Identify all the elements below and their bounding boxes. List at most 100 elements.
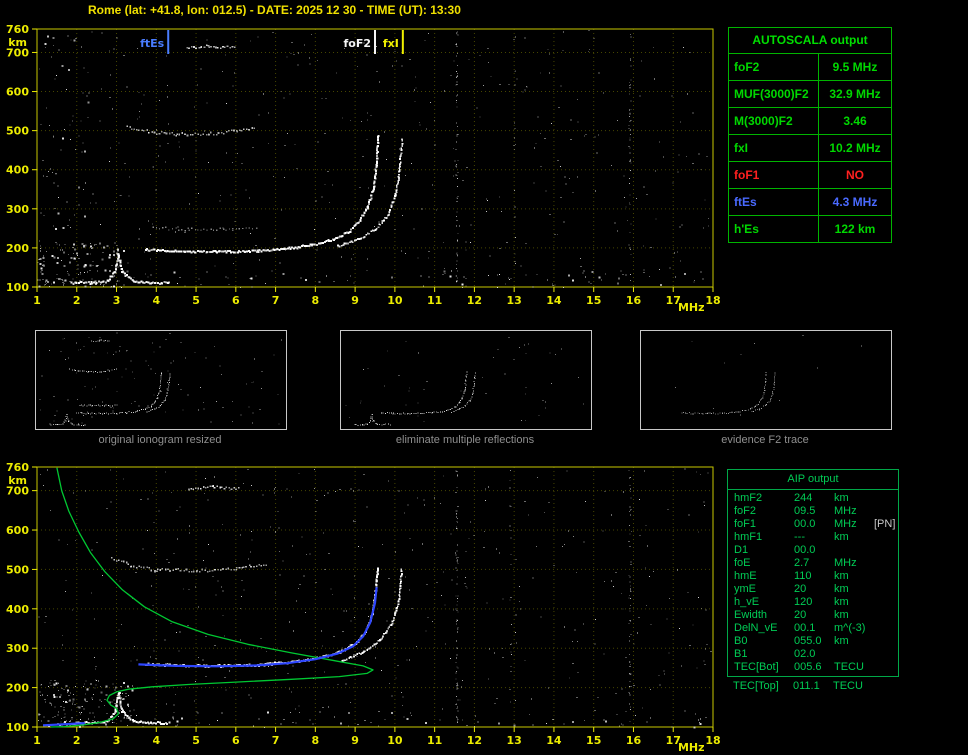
electron-density-profile [50, 467, 374, 728]
x-tick-label: 18 [705, 294, 720, 307]
aip-unit [834, 648, 874, 661]
aip-row-h_vE: h_vE 120 km [728, 596, 898, 609]
aip-row-TEC[Top]: TEC[Top] 011.1 TECU [727, 680, 899, 693]
x-tick-label: 6 [232, 734, 240, 747]
x-tick-label: 8 [312, 734, 320, 747]
aip-unit: MHz [834, 505, 857, 517]
x-tick-label: 7 [272, 734, 280, 747]
x-tick-label: 11 [427, 294, 442, 307]
aip-output-panel: AIP output hmF2 244 km foF2 09.5 MHz foF1 00.0 M… [727, 469, 899, 693]
autoscala-row-ftEs: ftEs 4.3 MHz [729, 188, 891, 215]
y-tick-label: 300 [6, 203, 29, 216]
aip-row-B0: B0 055.0 km [728, 635, 898, 648]
aip-value: 20 [794, 583, 807, 595]
aip-row-ymE: ymE 20 km [728, 583, 898, 596]
autoscala-param-label: fxI [729, 135, 819, 161]
aip-value: 09.5 [794, 505, 816, 517]
autoscala-param-value: 4.3 MHz [832, 195, 878, 209]
aip-label: ymE [734, 583, 756, 595]
aip-value: 005.6 [794, 661, 822, 673]
aip-label: h_vE [734, 596, 760, 608]
autoscala-param-label: foF1 [729, 162, 819, 188]
thumbnail-original-svg [39, 332, 282, 426]
aip-row-hmF2: hmF2 244 km [728, 492, 898, 505]
aip-label: hmF1 [734, 531, 763, 543]
x-tick-label: 16 [626, 734, 642, 747]
aip-value: --- [794, 531, 805, 543]
restored-trace [138, 587, 378, 668]
axis-labels: 100200300400500600700760km1 2 3 4 5 6 7 8 9 10 11 1… [6, 461, 721, 754]
aip-row-foF1: foF1 00.0 MHz [PN] [728, 518, 898, 531]
aip-unit: km [834, 635, 849, 647]
plot-frame [36, 28, 714, 288]
x-tick-label: 5 [192, 294, 200, 307]
aip-unit: km [834, 492, 849, 504]
y-axis-unit: km [8, 474, 27, 487]
x-tick-label: 13 [507, 734, 522, 747]
y-tick-label: 400 [6, 164, 29, 177]
page-title: Rome (lat: +41.8, lon: 012.5) - DATE: 20… [88, 3, 461, 17]
autoscala-window: Rome (lat: +41.8, lon: 012.5) - DATE: 20… [0, 0, 968, 755]
x-tick-label: 2 [73, 734, 81, 747]
x-tick-label: 3 [113, 294, 121, 307]
x-tick-label: 1 [33, 734, 41, 747]
aip-value: 244 [794, 492, 813, 504]
aip-row-TEC[Bot]: TEC[Bot] 005.6 TECU [728, 661, 898, 674]
autoscala-param-value: 32.9 MHz [829, 87, 881, 101]
autoscala-row-fxI: fxI 10.2 MHz [729, 134, 891, 161]
aip-rows: hmF2 244 km foF2 09.5 MHz foF1 00.0 MHz [PN] hmF1 -… [728, 492, 898, 674]
autoscala-param-value: 122 km [834, 222, 876, 236]
aip-unit: MHz [834, 557, 857, 569]
trace-F2-second-order [110, 556, 268, 573]
aip-header: AIP output [728, 470, 898, 490]
aip-label: foF1 [734, 518, 757, 530]
x-axis-unit: MHz [678, 301, 705, 314]
aip-label: hmE [734, 570, 757, 582]
thumbnail-caption-original: original ionogram resized [98, 434, 222, 446]
aip-label: foE [734, 557, 751, 569]
thumbnail-caption-eliminate: eliminate multiple reflections [395, 434, 535, 446]
x-tick-label: 5 [192, 734, 200, 747]
y-tick-label: 100 [6, 721, 29, 734]
thumb-traces [675, 335, 862, 416]
thumbnail-eliminate-multiples [340, 330, 592, 430]
aip-unit: km [834, 531, 849, 543]
x-tick-label: 14 [546, 734, 562, 747]
axis-labels: 100200300400500600700760km1 2 3 4 5 6 7 8 9 10 11 1… [6, 23, 721, 314]
x-tick-label: 10 [387, 734, 403, 747]
autoscala-param-value: 9.5 MHz [832, 60, 878, 74]
thumbnail-original-ionogram [35, 330, 287, 430]
y-tick-label: 400 [6, 603, 29, 616]
x-tick-label: 2 [73, 294, 81, 307]
y-tick-label: 200 [6, 682, 29, 695]
trace-F-trace-ordinary [144, 567, 380, 668]
noise-dots [37, 30, 710, 288]
x-tick-label: 15 [586, 734, 601, 747]
x-tick-label: 13 [507, 294, 522, 307]
aip-unit: km [834, 609, 849, 621]
aip-unit: km [834, 570, 849, 582]
aip-row-B1: B1 02.0 [728, 648, 898, 661]
autoscala-param-label: ftEs [729, 189, 819, 215]
aip-row-DelN_vE: DelN_vE 00.1 m^(-3) [728, 622, 898, 635]
aip-value: 02.0 [794, 648, 816, 660]
y-tick-label: 100 [6, 281, 29, 294]
x-axis-unit: MHz [678, 741, 705, 754]
aip-label: DelN_vE [734, 622, 778, 634]
x-tick-label: 12 [467, 734, 482, 747]
aip-label: foF2 [734, 505, 757, 517]
aip-unit: MHz [834, 518, 857, 530]
aip-label: TEC[Bot] [734, 661, 779, 673]
x-tick-label: 14 [546, 294, 562, 307]
x-tick-label: 15 [586, 294, 601, 307]
aip-unit: TECU [833, 680, 863, 692]
aip-unit: TECU [834, 661, 864, 673]
aip-row-Ewidth: Ewidth 20 km [728, 609, 898, 622]
aip-label: hmF2 [734, 492, 763, 504]
aip-box: AIP output hmF2 244 km foF2 09.5 MHz foF1 00.0 M… [727, 469, 899, 677]
aip-label: D1 [734, 544, 749, 556]
thumbnail-caption-evidence: evidence F2 trace [721, 434, 809, 446]
thumb-traces [345, 337, 584, 426]
aip-unit: km [834, 583, 849, 595]
aip-value: 00.1 [794, 622, 816, 634]
